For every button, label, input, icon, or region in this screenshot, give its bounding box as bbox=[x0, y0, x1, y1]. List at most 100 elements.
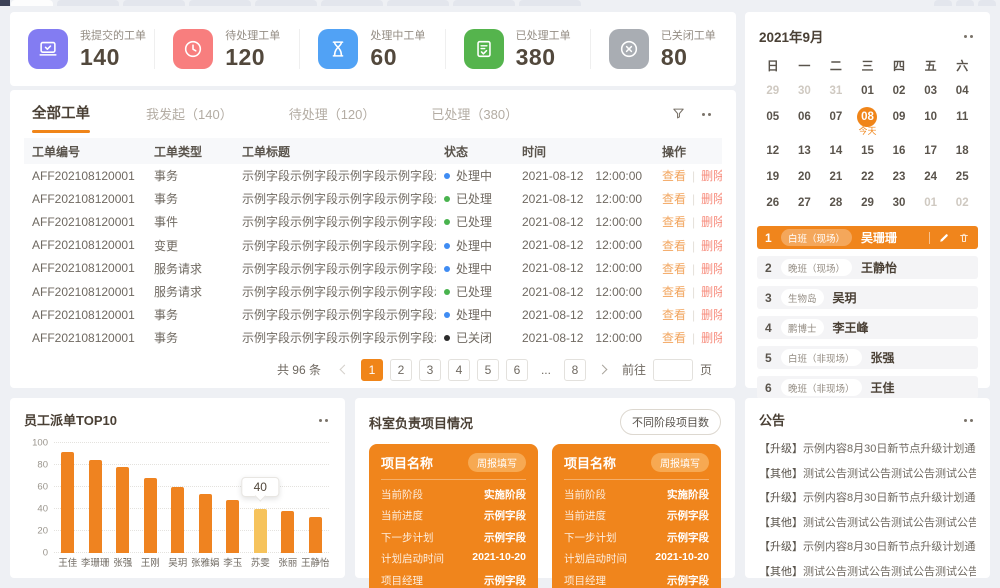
weekly-report-badge[interactable]: 周报填写 bbox=[651, 453, 709, 472]
trash-icon[interactable] bbox=[958, 232, 970, 244]
calendar-day[interactable]: 14 bbox=[820, 138, 852, 164]
prev-page-button[interactable] bbox=[332, 359, 354, 381]
orders-tab[interactable]: 待处理（120） bbox=[289, 102, 376, 123]
browser-tab[interactable] bbox=[956, 0, 974, 6]
schedule-row[interactable]: 2晚班（现场）王静怡 bbox=[757, 256, 978, 279]
page-button[interactable]: 2 bbox=[390, 359, 412, 381]
more-icon[interactable] bbox=[317, 418, 331, 422]
schedule-row[interactable]: 4鹏博士李王峰 bbox=[757, 316, 978, 339]
view-link[interactable]: 查看 bbox=[662, 239, 686, 253]
calendar-day[interactable]: 15 bbox=[852, 138, 884, 164]
announcement-item[interactable]: 【其他】测试公告测试公告测试公告测试公告测试公告 bbox=[759, 462, 976, 487]
view-link[interactable]: 查看 bbox=[662, 169, 686, 183]
calendar-day[interactable]: 08今天 bbox=[852, 104, 884, 138]
bar[interactable] bbox=[309, 517, 322, 553]
next-page-button[interactable] bbox=[593, 359, 615, 381]
calendar-day[interactable]: 29 bbox=[757, 78, 789, 104]
calendar-day[interactable]: 05 bbox=[757, 104, 789, 138]
calendar-day[interactable]: 26 bbox=[757, 190, 789, 216]
edit-icon[interactable] bbox=[938, 232, 950, 244]
bar[interactable] bbox=[61, 452, 74, 553]
browser-tab[interactable] bbox=[57, 0, 119, 6]
calendar-day[interactable]: 27 bbox=[789, 190, 821, 216]
calendar-day[interactable]: 30 bbox=[883, 190, 915, 216]
browser-tab[interactable] bbox=[11, 0, 53, 6]
calendar-day[interactable]: 01 bbox=[915, 190, 947, 216]
bar[interactable] bbox=[171, 487, 184, 553]
calendar-day[interactable]: 18 bbox=[946, 138, 978, 164]
calendar-day[interactable]: 31 bbox=[820, 78, 852, 104]
schedule-row[interactable]: 1白班（现场）吴珊珊 bbox=[757, 226, 978, 249]
page-button[interactable]: ... bbox=[535, 359, 557, 381]
page-button[interactable]: 3 bbox=[419, 359, 441, 381]
announcement-item[interactable]: 【升级】示例内容8月30日新节点升级计划通知 bbox=[759, 437, 976, 462]
page-button[interactable]: 6 bbox=[506, 359, 528, 381]
schedule-row[interactable]: 3生物岛吴玥 bbox=[757, 286, 978, 309]
delete-link[interactable]: 删除 bbox=[701, 331, 722, 345]
calendar-day[interactable]: 13 bbox=[789, 138, 821, 164]
calendar-day[interactable]: 24 bbox=[915, 164, 947, 190]
browser-tab[interactable] bbox=[255, 0, 317, 6]
browser-tab[interactable] bbox=[934, 0, 952, 6]
orders-tab[interactable]: 已处理（380） bbox=[431, 102, 518, 123]
announcement-item[interactable]: 【其他】测试公告测试公告测试公告测试公告测试公告 bbox=[759, 511, 976, 536]
bar[interactable] bbox=[116, 467, 129, 553]
bar[interactable] bbox=[89, 460, 102, 554]
stage-count-button[interactable]: 不同阶段项目数 bbox=[620, 409, 721, 435]
calendar-day[interactable]: 29 bbox=[852, 190, 884, 216]
view-link[interactable]: 查看 bbox=[662, 331, 686, 345]
view-link[interactable]: 查看 bbox=[662, 285, 686, 299]
calendar-day[interactable]: 16 bbox=[883, 138, 915, 164]
browser-tab[interactable] bbox=[978, 0, 996, 6]
delete-link[interactable]: 删除 bbox=[701, 239, 722, 253]
page-button[interactable]: 1 bbox=[361, 359, 383, 381]
weekly-report-badge[interactable]: 周报填写 bbox=[468, 453, 526, 472]
delete-link[interactable]: 删除 bbox=[701, 285, 722, 299]
page-button[interactable]: 5 bbox=[477, 359, 499, 381]
bar[interactable] bbox=[199, 494, 212, 553]
announcement-item[interactable]: 【其他】测试公告测试公告测试公告测试公告测试公告 bbox=[759, 560, 976, 585]
page-button[interactable]: 8 bbox=[564, 359, 586, 381]
calendar-day[interactable]: 01 bbox=[852, 78, 884, 104]
delete-link[interactable]: 删除 bbox=[701, 169, 722, 183]
page-button[interactable]: 4 bbox=[448, 359, 470, 381]
view-link[interactable]: 查看 bbox=[662, 262, 686, 276]
schedule-row[interactable]: 5白班（非现场）张强 bbox=[757, 346, 978, 369]
calendar-day[interactable]: 19 bbox=[757, 164, 789, 190]
orders-tab[interactable]: 全部工单 bbox=[32, 102, 90, 133]
bar[interactable] bbox=[226, 500, 239, 553]
browser-tab[interactable] bbox=[387, 0, 449, 6]
bar[interactable] bbox=[281, 511, 294, 553]
calendar-day[interactable]: 06 bbox=[789, 104, 821, 138]
calendar-day[interactable]: 23 bbox=[883, 164, 915, 190]
browser-tab[interactable] bbox=[0, 0, 10, 6]
calendar-day[interactable]: 28 bbox=[820, 190, 852, 216]
filter-icon[interactable] bbox=[671, 106, 686, 121]
browser-tab[interactable] bbox=[123, 0, 185, 6]
delete-link[interactable]: 删除 bbox=[701, 262, 722, 276]
calendar-day[interactable]: 11 bbox=[946, 104, 978, 138]
calendar-day[interactable]: 04 bbox=[946, 78, 978, 104]
view-link[interactable]: 查看 bbox=[662, 215, 686, 229]
bar[interactable] bbox=[144, 478, 157, 553]
delete-link[interactable]: 删除 bbox=[701, 308, 722, 322]
goto-page-input[interactable] bbox=[653, 359, 693, 381]
more-icon[interactable] bbox=[700, 112, 714, 116]
delete-link[interactable]: 删除 bbox=[701, 215, 722, 229]
calendar-day[interactable]: 25 bbox=[946, 164, 978, 190]
orders-tab[interactable]: 我发起（140） bbox=[146, 102, 233, 123]
announcement-item[interactable]: 【升级】示例内容8月30日新节点升级计划通知 bbox=[759, 486, 976, 511]
delete-link[interactable]: 删除 bbox=[701, 192, 722, 206]
more-icon[interactable] bbox=[962, 34, 976, 38]
calendar-day[interactable]: 17 bbox=[915, 138, 947, 164]
bar[interactable] bbox=[254, 509, 267, 553]
calendar-day[interactable]: 10 bbox=[915, 104, 947, 138]
calendar-day[interactable]: 02 bbox=[883, 78, 915, 104]
browser-tab[interactable] bbox=[519, 0, 581, 6]
calendar-day[interactable]: 22 bbox=[852, 164, 884, 190]
view-link[interactable]: 查看 bbox=[662, 192, 686, 206]
more-icon[interactable] bbox=[962, 418, 976, 422]
announcement-item[interactable]: 【升级】示例内容8月30日新节点升级计划通知 bbox=[759, 535, 976, 560]
calendar-day[interactable]: 30 bbox=[789, 78, 821, 104]
calendar-day[interactable]: 02 bbox=[946, 190, 978, 216]
